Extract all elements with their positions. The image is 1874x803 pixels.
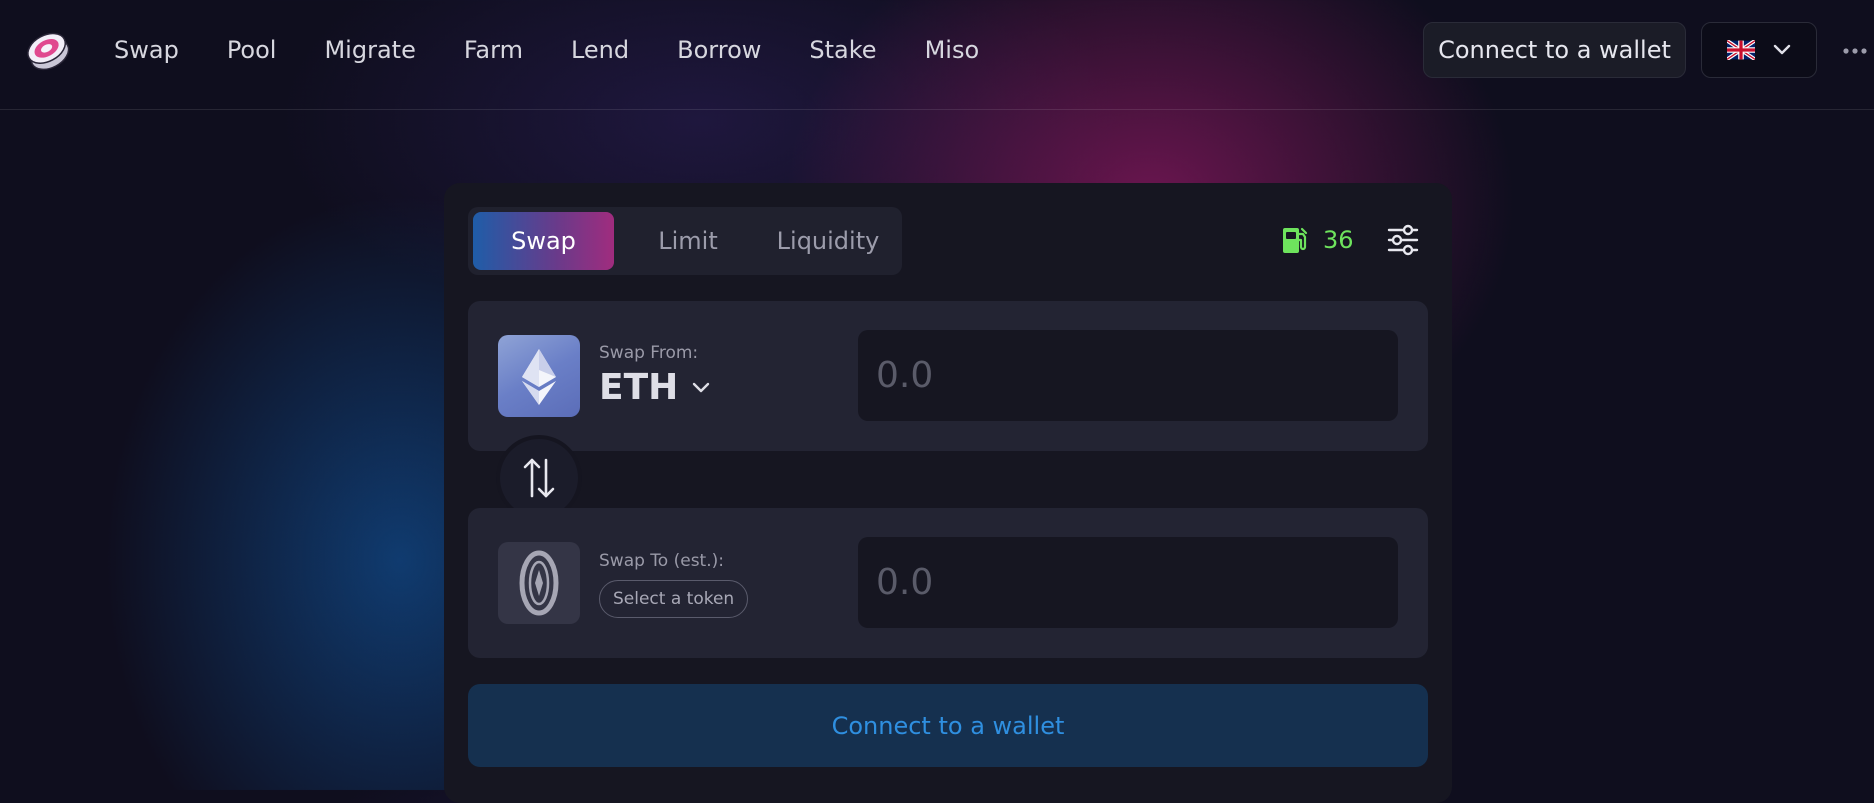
nav-miso[interactable]: Miso — [925, 36, 980, 64]
tab-limit[interactable]: Limit — [620, 212, 756, 270]
connect-wallet-main-button[interactable]: Connect to a wallet — [468, 684, 1428, 767]
token-symbol: ETH — [599, 367, 679, 408]
gas-price: 36 — [1281, 225, 1354, 255]
nav-stake[interactable]: Stake — [809, 36, 876, 64]
nav-borrow[interactable]: Borrow — [677, 36, 761, 64]
swap-to-amount-input[interactable] — [858, 537, 1398, 628]
gas-price-value: 36 — [1323, 226, 1354, 254]
select-token-button[interactable]: Select a token — [599, 580, 749, 618]
connect-wallet-button[interactable]: Connect to a wallet — [1423, 22, 1686, 78]
top-nav-bar: Swap Pool Migrate Farm Lend Borrow Stake… — [0, 0, 1874, 110]
swap-from-label: Swap From: — [599, 343, 699, 363]
sushiswap-logo-icon[interactable] — [24, 28, 72, 74]
token-select-eth[interactable]: ETH — [599, 367, 710, 408]
uk-flag-icon — [1727, 40, 1755, 60]
language-selector[interactable] — [1701, 22, 1817, 78]
tab-liquidity[interactable]: Liquidity — [758, 212, 898, 270]
main-nav: Swap Pool Migrate Farm Lend Borrow Stake… — [114, 0, 1027, 100]
ellipsis-icon[interactable] — [1840, 36, 1870, 66]
swap-arrows-icon — [523, 458, 555, 498]
chevron-down-icon — [693, 382, 710, 392]
swap-to-panel: Swap To (est.): Select a token — [468, 508, 1428, 658]
swap-from-amount-input[interactable] — [858, 330, 1398, 421]
swap-from-panel: Swap From: ETH — [468, 301, 1428, 451]
unknown-token-icon[interactable] — [498, 542, 580, 624]
tab-swap[interactable]: Swap — [473, 212, 614, 270]
nav-migrate[interactable]: Migrate — [324, 36, 415, 64]
swap-mode-tabs: Swap Limit Liquidity — [468, 207, 902, 275]
eth-token-icon[interactable] — [498, 335, 580, 417]
nav-swap[interactable]: Swap — [114, 36, 179, 64]
nav-farm[interactable]: Farm — [464, 36, 523, 64]
swap-card: Swap Limit Liquidity 36 Swap From: ETH 0… — [444, 183, 1452, 803]
nav-lend[interactable]: Lend — [571, 36, 629, 64]
nav-pool[interactable]: Pool — [227, 36, 277, 64]
sliders-icon[interactable] — [1386, 223, 1420, 257]
chevron-down-icon — [1773, 44, 1791, 55]
gas-pump-icon — [1283, 227, 1308, 253]
swap-to-label: Swap To (est.): — [599, 551, 724, 571]
